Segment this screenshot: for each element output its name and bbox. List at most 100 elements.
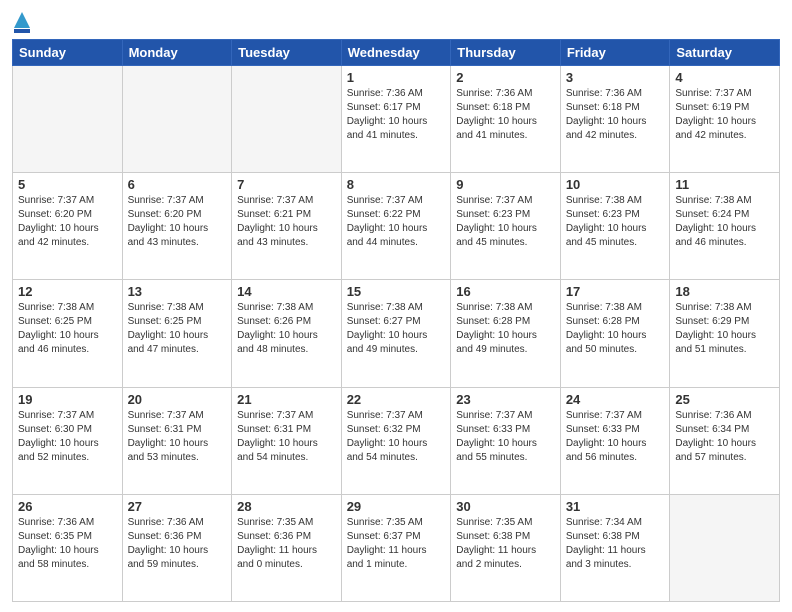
day-number: 16 <box>456 284 555 299</box>
week-row-3: 19 Sunrise: 7:37 AM Sunset: 6:30 PM Dayli… <box>13 387 780 494</box>
day-number: 19 <box>18 392 117 407</box>
day-cell: 16Sunrise: 7:38 AM Sunset: 6:28 PM Dayli… <box>451 280 561 387</box>
day-cell: 2Sunrise: 7:36 AM Sunset: 6:18 PM Daylig… <box>451 66 561 173</box>
day-info: Sunrise: 7:37 AM Sunset: 6:20 PM Dayligh… <box>18 194 117 250</box>
day-info: Sunrise: 7:38 AM Sunset: 6:27 PM Dayligh… <box>347 301 446 357</box>
day-cell: 22 Sunrise: 7:37 AM Sunset: 6:32 PM Dayli… <box>341 387 451 494</box>
day-cell: 20 Sunrise: 7:37 AM Sunset: 6:31 PM Dayli… <box>122 387 232 494</box>
day-cell: 29 Sunrise: 7:35 AM Sunset: 6:37 PM Dayli… <box>341 494 451 601</box>
day-cell: 30 Sunrise: 7:35 AM Sunset: 6:38 PM Dayli… <box>451 494 561 601</box>
day-info: Sunrise: 7:38 AM Sunset: 6:29 PM Dayligh… <box>675 301 774 357</box>
day-cell: 27 Sunrise: 7:36 AM Sunset: 6:36 PM Dayli… <box>122 494 232 601</box>
day-number: 20 <box>128 392 227 407</box>
day-number: 3 <box>566 70 665 85</box>
day-number: 8 <box>347 177 446 192</box>
week-row-1: 5Sunrise: 7:37 AM Sunset: 6:20 PM Daylig… <box>13 173 780 280</box>
day-number: 31 <box>566 499 665 514</box>
day-info: Sunrise: 7:37 AM Sunset: 6:19 PM Dayligh… <box>675 87 774 143</box>
day-info: Sunrise: 7:36 AM Sunset: 6:36 PM Dayligh… <box>128 516 227 572</box>
day-info: Sunrise: 7:37 AM Sunset: 6:33 PM Dayligh… <box>456 409 555 465</box>
day-cell: 15Sunrise: 7:38 AM Sunset: 6:27 PM Dayli… <box>341 280 451 387</box>
day-cell: 21 Sunrise: 7:37 AM Sunset: 6:31 PM Dayli… <box>232 387 342 494</box>
day-info: Sunrise: 7:37 AM Sunset: 6:23 PM Dayligh… <box>456 194 555 250</box>
day-info: Sunrise: 7:36 AM Sunset: 6:34 PM Dayligh… <box>675 409 774 465</box>
day-number: 14 <box>237 284 336 299</box>
day-info: Sunrise: 7:36 AM Sunset: 6:18 PM Dayligh… <box>566 87 665 143</box>
day-number: 21 <box>237 392 336 407</box>
day-number: 18 <box>675 284 774 299</box>
day-info: Sunrise: 7:37 AM Sunset: 6:31 PM Dayligh… <box>237 409 336 465</box>
day-cell: 3 Sunrise: 7:36 AM Sunset: 6:18 PM Daylig… <box>560 66 670 173</box>
day-cell: 5Sunrise: 7:37 AM Sunset: 6:20 PM Daylig… <box>13 173 123 280</box>
weekday-header-sunday: Sunday <box>13 40 123 66</box>
logo <box>12 10 30 33</box>
day-info: Sunrise: 7:37 AM Sunset: 6:21 PM Dayligh… <box>237 194 336 250</box>
week-row-0: 1Sunrise: 7:36 AM Sunset: 6:17 PM Daylig… <box>13 66 780 173</box>
day-info: Sunrise: 7:38 AM Sunset: 6:25 PM Dayligh… <box>128 301 227 357</box>
weekday-header-saturday: Saturday <box>670 40 780 66</box>
day-cell <box>13 66 123 173</box>
day-cell: 11 Sunrise: 7:38 AM Sunset: 6:24 PM Dayli… <box>670 173 780 280</box>
day-info: Sunrise: 7:37 AM Sunset: 6:20 PM Dayligh… <box>128 194 227 250</box>
day-info: Sunrise: 7:34 AM Sunset: 6:38 PM Dayligh… <box>566 516 665 572</box>
day-cell <box>670 494 780 601</box>
day-info: Sunrise: 7:38 AM Sunset: 6:24 PM Dayligh… <box>675 194 774 250</box>
week-row-4: 26Sunrise: 7:36 AM Sunset: 6:35 PM Dayli… <box>13 494 780 601</box>
day-number: 7 <box>237 177 336 192</box>
day-info: Sunrise: 7:38 AM Sunset: 6:23 PM Dayligh… <box>566 194 665 250</box>
week-row-2: 12 Sunrise: 7:38 AM Sunset: 6:25 PM Dayli… <box>13 280 780 387</box>
day-cell: 31 Sunrise: 7:34 AM Sunset: 6:38 PM Dayli… <box>560 494 670 601</box>
day-number: 23 <box>456 392 555 407</box>
day-info: Sunrise: 7:38 AM Sunset: 6:25 PM Dayligh… <box>18 301 117 357</box>
day-number: 4 <box>675 70 774 85</box>
day-info: Sunrise: 7:35 AM Sunset: 6:38 PM Dayligh… <box>456 516 555 572</box>
day-cell: 17Sunrise: 7:38 AM Sunset: 6:28 PM Dayli… <box>560 280 670 387</box>
day-cell: 25 Sunrise: 7:36 AM Sunset: 6:34 PM Dayli… <box>670 387 780 494</box>
day-number: 29 <box>347 499 446 514</box>
day-info: Sunrise: 7:38 AM Sunset: 6:28 PM Dayligh… <box>566 301 665 357</box>
day-info: Sunrise: 7:37 AM Sunset: 6:33 PM Dayligh… <box>566 409 665 465</box>
day-number: 9 <box>456 177 555 192</box>
day-number: 13 <box>128 284 227 299</box>
day-number: 28 <box>237 499 336 514</box>
day-number: 12 <box>18 284 117 299</box>
day-cell: 1Sunrise: 7:36 AM Sunset: 6:17 PM Daylig… <box>341 66 451 173</box>
day-number: 25 <box>675 392 774 407</box>
day-cell: 6Sunrise: 7:37 AM Sunset: 6:20 PM Daylig… <box>122 173 232 280</box>
day-info: Sunrise: 7:37 AM Sunset: 6:32 PM Dayligh… <box>347 409 446 465</box>
day-cell: 14 Sunrise: 7:38 AM Sunset: 6:26 PM Dayli… <box>232 280 342 387</box>
day-cell: 9 Sunrise: 7:37 AM Sunset: 6:23 PM Daylig… <box>451 173 561 280</box>
logo-bar <box>14 29 30 33</box>
calendar-table: SundayMondayTuesdayWednesdayThursdayFrid… <box>12 39 780 602</box>
day-cell: 7 Sunrise: 7:37 AM Sunset: 6:21 PM Daylig… <box>232 173 342 280</box>
day-cell <box>122 66 232 173</box>
day-info: Sunrise: 7:37 AM Sunset: 6:22 PM Dayligh… <box>347 194 446 250</box>
day-cell: 26Sunrise: 7:36 AM Sunset: 6:35 PM Dayli… <box>13 494 123 601</box>
day-cell: 23 Sunrise: 7:37 AM Sunset: 6:33 PM Dayli… <box>451 387 561 494</box>
header <box>12 10 780 33</box>
weekday-header-monday: Monday <box>122 40 232 66</box>
day-cell: 28 Sunrise: 7:35 AM Sunset: 6:36 PM Dayli… <box>232 494 342 601</box>
day-info: Sunrise: 7:35 AM Sunset: 6:36 PM Dayligh… <box>237 516 336 572</box>
page: SundayMondayTuesdayWednesdayThursdayFrid… <box>0 0 792 612</box>
day-number: 22 <box>347 392 446 407</box>
day-info: Sunrise: 7:37 AM Sunset: 6:31 PM Dayligh… <box>128 409 227 465</box>
weekday-header-thursday: Thursday <box>451 40 561 66</box>
day-cell: 8 Sunrise: 7:37 AM Sunset: 6:22 PM Daylig… <box>341 173 451 280</box>
day-number: 30 <box>456 499 555 514</box>
day-cell: 24 Sunrise: 7:37 AM Sunset: 6:33 PM Dayli… <box>560 387 670 494</box>
day-number: 27 <box>128 499 227 514</box>
day-info: Sunrise: 7:35 AM Sunset: 6:37 PM Dayligh… <box>347 516 446 572</box>
day-info: Sunrise: 7:38 AM Sunset: 6:26 PM Dayligh… <box>237 301 336 357</box>
day-number: 10 <box>566 177 665 192</box>
day-cell: 10 Sunrise: 7:38 AM Sunset: 6:23 PM Dayli… <box>560 173 670 280</box>
day-number: 11 <box>675 177 774 192</box>
day-info: Sunrise: 7:37 AM Sunset: 6:30 PM Dayligh… <box>18 409 117 465</box>
day-number: 24 <box>566 392 665 407</box>
weekday-header-tuesday: Tuesday <box>232 40 342 66</box>
weekday-header-friday: Friday <box>560 40 670 66</box>
day-number: 2 <box>456 70 555 85</box>
day-cell: 18 Sunrise: 7:38 AM Sunset: 6:29 PM Dayli… <box>670 280 780 387</box>
weekday-header-row: SundayMondayTuesdayWednesdayThursdayFrid… <box>13 40 780 66</box>
day-cell <box>232 66 342 173</box>
